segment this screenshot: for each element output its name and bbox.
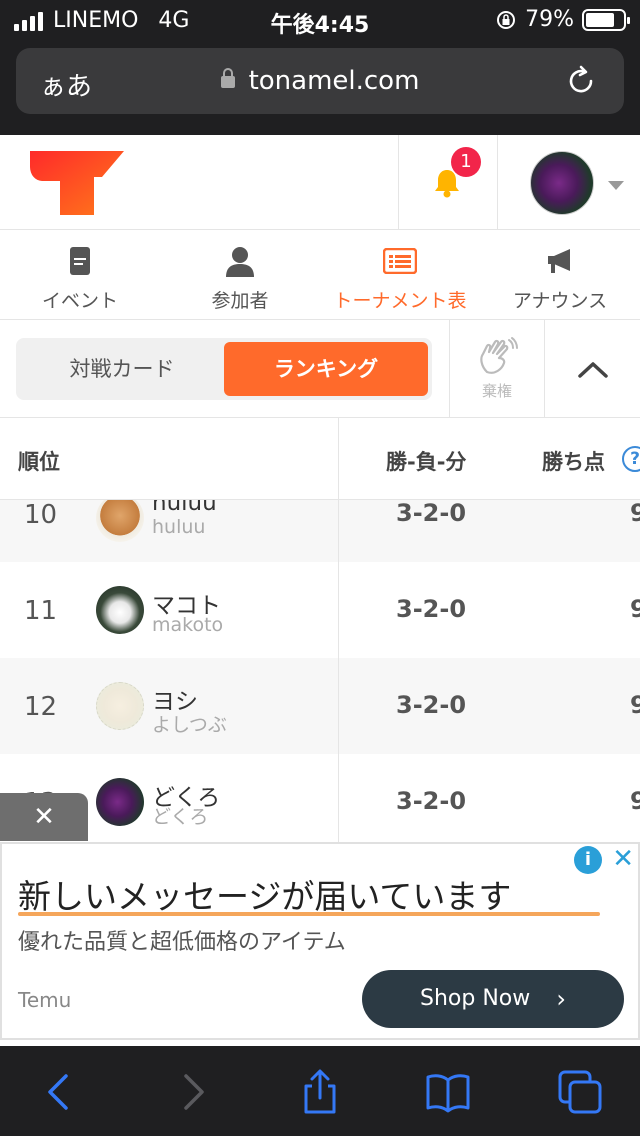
- ad-close-button[interactable]: ✕: [0, 793, 88, 841]
- notification-badge: 1: [451, 147, 481, 177]
- avatar: [96, 586, 144, 634]
- status-bar: LINEMO 4G 午後4:45 79%: [0, 0, 640, 40]
- rank-number: 11: [24, 596, 58, 626]
- nav-tabs: イベント 参加者 トーナメント表 アナウンス: [0, 230, 640, 320]
- points-value: 9: [630, 500, 640, 527]
- tab-bracket-label: トーナメント表: [333, 290, 467, 312]
- browser-address-area: ぁあ tonamel.com: [0, 40, 640, 135]
- column-divider: [338, 500, 339, 562]
- abstain-button[interactable]: 棄権: [449, 320, 545, 417]
- rank-header: 順位: [18, 450, 60, 474]
- chevron-up-icon[interactable]: [572, 354, 614, 384]
- shop-now-button[interactable]: Shop Now ›: [362, 970, 624, 1028]
- tab-announce-label: アナウンス: [512, 290, 608, 312]
- player-id: どくろ: [152, 806, 209, 828]
- ad-headline: 新しいメッセージが届いています: [18, 877, 512, 916]
- rank-number: 10: [24, 500, 58, 530]
- ranking-table-body: 10 huluu huluu 3-2-0 9 11 マコト makoto 3-2…: [0, 500, 640, 842]
- column-divider: [338, 754, 339, 842]
- url-display[interactable]: tonamel.com: [16, 66, 624, 96]
- document-icon: [70, 247, 90, 275]
- points-value: 9: [630, 691, 640, 719]
- points-value: 9: [630, 595, 640, 623]
- notification-button[interactable]: 1: [398, 135, 498, 230]
- address-bar[interactable]: ぁあ tonamel.com: [16, 48, 624, 114]
- ad-info-icon[interactable]: i: [574, 846, 602, 874]
- record-value: 3-2-0: [396, 691, 467, 719]
- reload-icon[interactable]: [564, 64, 598, 98]
- avatar: [96, 778, 144, 826]
- player-id: makoto: [152, 614, 224, 636]
- orientation-lock-icon: [497, 10, 516, 29]
- points-value: 9: [630, 787, 640, 815]
- chevron-down-icon[interactable]: [608, 181, 624, 190]
- ad-subline: 優れた品質と超低価格のアイテム: [18, 930, 346, 955]
- domain-label: tonamel.com: [248, 66, 420, 96]
- lock-icon: [220, 68, 235, 88]
- record-header: 勝-負-分: [386, 450, 467, 474]
- ad-dismiss-icon[interactable]: ✕: [612, 844, 634, 874]
- abstain-label: 棄権: [481, 382, 512, 400]
- player-name: huluu: [152, 500, 217, 516]
- view-segmented-control: 対戦カード ランキング: [16, 338, 432, 400]
- tab-participants[interactable]: 参加者: [160, 230, 320, 319]
- column-divider: [338, 562, 339, 658]
- bookmarks-icon[interactable]: [424, 1068, 472, 1116]
- player-id: huluu: [152, 516, 206, 538]
- tab-event-label: イベント: [41, 290, 118, 312]
- view-toggle-row: 対戦カード ランキング 棄権: [0, 320, 640, 418]
- browser-toolbar: [0, 1046, 640, 1136]
- ranking-toggle[interactable]: ランキング: [224, 342, 428, 396]
- ad-banner[interactable]: i ✕ 新しいメッセージが届いています 優れた品質と超低価格のアイテム Temu…: [0, 842, 640, 1040]
- wave-hand-icon: [480, 337, 518, 374]
- user-avatar[interactable]: [530, 151, 594, 215]
- person-icon: [226, 247, 254, 277]
- tab-participants-label: 参加者: [211, 290, 269, 312]
- ranking-table-header: 順位 勝-負-分 勝ち点 ?: [0, 418, 640, 500]
- points-header: 勝ち点: [542, 450, 605, 474]
- battery-icon: [582, 8, 630, 31]
- shop-now-label: Shop Now: [420, 986, 531, 1011]
- tabs-icon[interactable]: [556, 1068, 604, 1116]
- ad-brand: Temu: [18, 988, 72, 1012]
- tab-event[interactable]: イベント: [0, 230, 160, 319]
- matches-toggle[interactable]: 対戦カード: [20, 342, 224, 396]
- table-row[interactable]: 12 ヨシ よしつぶ 3-2-0 9: [0, 658, 640, 754]
- tab-bracket[interactable]: トーナメント表: [320, 230, 480, 319]
- rank-number: 12: [24, 692, 58, 722]
- tonamel-logo[interactable]: [28, 151, 124, 215]
- column-divider: [338, 418, 339, 500]
- record-value: 3-2-0: [396, 595, 467, 623]
- forward-icon[interactable]: [168, 1068, 216, 1116]
- help-icon[interactable]: ?: [622, 446, 640, 472]
- avatar: [96, 500, 144, 542]
- table-row[interactable]: 10 huluu huluu 3-2-0 9: [0, 500, 640, 562]
- table-row[interactable]: 11 マコト makoto 3-2-0 9: [0, 562, 640, 658]
- record-value: 3-2-0: [396, 500, 467, 527]
- player-id: よしつぶ: [152, 714, 227, 736]
- avatar: [96, 682, 144, 730]
- column-divider: [338, 658, 339, 754]
- megaphone-icon: [548, 249, 570, 273]
- ad-headline-underline: [18, 912, 600, 916]
- record-value: 3-2-0: [396, 787, 467, 815]
- bracket-icon: [383, 248, 417, 274]
- table-row[interactable]: 13 どくろ どくろ 3-2-0 9: [0, 754, 640, 842]
- tab-announce[interactable]: アナウンス: [480, 230, 640, 319]
- chevron-right-icon: ›: [556, 985, 566, 1013]
- site-header: 1: [0, 135, 640, 230]
- share-icon[interactable]: [296, 1068, 344, 1116]
- battery-percent: 79%: [525, 7, 574, 32]
- back-icon[interactable]: [36, 1068, 84, 1116]
